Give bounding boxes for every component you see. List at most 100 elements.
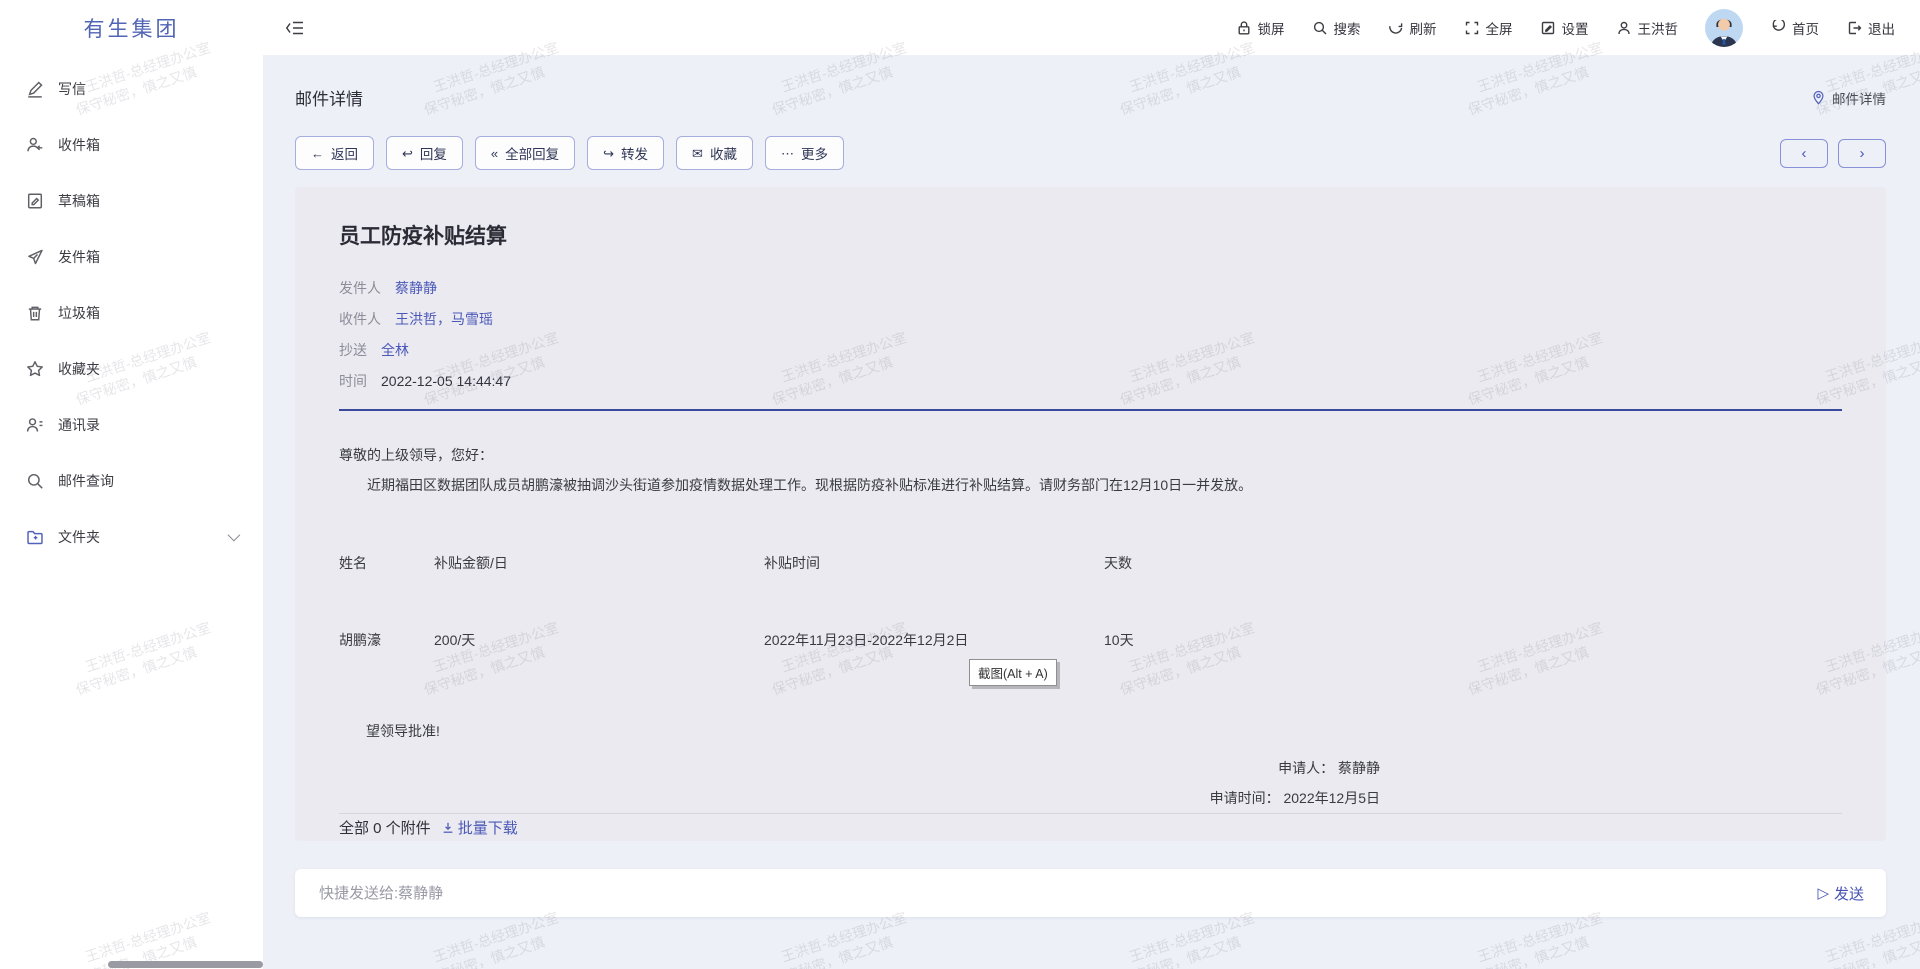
forward-button[interactable]: ↪转发: [587, 136, 664, 170]
next-mail-button[interactable]: ›: [1838, 139, 1886, 168]
sidebar-item-label: 通讯录: [58, 415, 100, 435]
refresh-button[interactable]: 刷新: [1388, 18, 1437, 38]
lock-screen-button[interactable]: 锁屏: [1236, 18, 1285, 38]
sidebar-item-inbox[interactable]: 收件箱: [0, 117, 263, 173]
chevron-right-icon: ›: [1860, 145, 1865, 162]
breadcrumb: 邮件详情: [1811, 88, 1886, 108]
mail-search-icon: [26, 472, 44, 490]
reply-button[interactable]: ↩回复: [386, 136, 463, 170]
sidebar-item-mail-search[interactable]: 邮件查询: [0, 453, 263, 509]
closing-text: 望领导批准!: [366, 721, 1842, 741]
sender-link[interactable]: 蔡静静: [395, 273, 437, 304]
mail-time-row: 时间 2022-12-05 14:44:47: [339, 366, 1842, 397]
attachments-summary: 全部 0 个附件: [339, 817, 431, 838]
download-icon: [441, 821, 455, 835]
lock-icon: [1236, 20, 1252, 36]
greeting-text: 尊敬的上级领导，您好：: [339, 445, 1842, 465]
mail-cc-row: 抄送 全林: [339, 335, 1842, 366]
send-button[interactable]: ▷ 发送: [1817, 883, 1864, 904]
app-root: 有生集团 写信 收件箱 草稿箱: [0, 0, 1920, 969]
sidebar-item-label: 垃圾箱: [58, 303, 100, 323]
sidebar-item-compose[interactable]: 写信: [0, 61, 263, 117]
signature-block: 申请人： 蔡静静 申请时间： 2022年12月5日: [339, 753, 1842, 813]
sidebar-item-label: 收件箱: [58, 135, 100, 155]
more-button[interactable]: ⋯更多: [765, 136, 844, 170]
reply-all-button[interactable]: «全部回复: [475, 136, 575, 170]
more-icon: ⋯: [781, 147, 794, 160]
chevron-down-icon[interactable]: [228, 528, 237, 546]
sidebar-item-label: 写信: [58, 79, 86, 99]
topbar-actions: 锁屏 搜索 刷新 全屏 设置 王洪哲: [1236, 9, 1920, 47]
back-button[interactable]: ←返回: [295, 136, 374, 170]
person-icon: [1616, 20, 1632, 36]
settings-button[interactable]: 设置: [1540, 18, 1589, 38]
sidebar-item-label: 草稿箱: [58, 191, 100, 211]
quick-send-input[interactable]: [317, 884, 1817, 903]
sidebar-item-folders[interactable]: 文件夹: [0, 509, 263, 565]
header-separator: [339, 409, 1842, 411]
sidebar-item-contacts[interactable]: 通讯录: [0, 397, 263, 453]
folder-icon: [26, 528, 44, 546]
favorite-button[interactable]: ✉收藏: [676, 136, 753, 170]
sidebar-item-label: 文件夹: [58, 527, 100, 547]
sent-icon: [26, 248, 44, 266]
cc-link[interactable]: 全林: [381, 335, 409, 366]
scrollbar-thumb[interactable]: [108, 961, 263, 968]
subsidy-table-header: 姓名 补贴金额/日 补贴时间 天数: [339, 553, 1842, 573]
sidebar-item-label: 发件箱: [58, 247, 100, 267]
user-avatar[interactable]: [1705, 9, 1743, 47]
batch-download-link[interactable]: 批量下载: [441, 817, 518, 838]
logout-button[interactable]: 退出: [1846, 18, 1895, 38]
sidebar-nav: 写信 收件箱 草稿箱 发件箱: [0, 55, 263, 565]
favorite-mail-icon: ✉: [692, 147, 703, 160]
sidebar-item-favorites[interactable]: 收藏夹: [0, 341, 263, 397]
brand-logo: 有生集团: [0, 0, 263, 55]
mail-detail-card: 员工防疫补贴结算 发件人 蔡静静 收件人 王洪哲，马雪瑶 抄送 全林 时间 20…: [295, 187, 1886, 841]
chevron-left-icon: ‹: [1802, 145, 1807, 162]
refresh-icon: [1388, 20, 1404, 36]
apply-time-line: 申请时间： 2022年12月5日: [339, 783, 1380, 813]
main-content: 邮件详情 邮件详情 ←返回 ↩回复 «全部回复 ↪转发 ✉收藏 ⋯更多 ‹ › …: [263, 55, 1920, 969]
mail-toolbar: ←返回 ↩回复 «全部回复 ↪转发 ✉收藏 ⋯更多 ‹ ›: [295, 136, 1886, 170]
reply-icon: ↩: [402, 147, 413, 160]
prev-mail-button[interactable]: ‹: [1780, 139, 1828, 168]
sidebar: 有生集团 写信 收件箱 草稿箱: [0, 0, 263, 969]
quick-send-bar: ▷ 发送: [295, 869, 1886, 917]
user-menu[interactable]: 王洪哲: [1616, 18, 1679, 38]
inbox-icon: [26, 136, 44, 154]
attachments-bar: 全部 0 个附件 批量下载: [339, 813, 1842, 841]
send-icon: ▷: [1817, 884, 1829, 902]
fullscreen-button[interactable]: 全屏: [1464, 18, 1513, 38]
recipients-link[interactable]: 王洪哲，马雪瑶: [395, 304, 493, 335]
mail-pager: ‹ ›: [1780, 139, 1886, 168]
mail-subject: 员工防疫补贴结算: [339, 223, 1842, 251]
trash-icon: [26, 304, 44, 322]
mail-from-row: 发件人 蔡静静: [339, 273, 1842, 304]
search-icon: [1312, 20, 1328, 36]
sidebar-item-label: 收藏夹: [58, 359, 100, 379]
mail-meta: 发件人 蔡静静 收件人 王洪哲，马雪瑶 抄送 全林 时间 2022-12-05 …: [339, 273, 1842, 397]
sidebar-item-trash[interactable]: 垃圾箱: [0, 285, 263, 341]
settings-icon: [1540, 20, 1556, 36]
search-button[interactable]: 搜索: [1312, 18, 1361, 38]
forward-icon: ↪: [603, 147, 614, 160]
contacts-icon: [26, 416, 44, 434]
collapse-sidebar-button[interactable]: [285, 19, 305, 37]
sidebar-item-sent[interactable]: 发件箱: [0, 229, 263, 285]
subsidy-table-row: 胡鹏濠 200/天 2022年11月23日-2022年12月2日 10天: [339, 630, 1842, 650]
back-arrow-icon: ←: [311, 147, 324, 160]
sidebar-item-label: 邮件查询: [58, 471, 114, 491]
compose-icon: [26, 80, 44, 98]
location-pin-icon: [1811, 90, 1826, 105]
sidebar-item-drafts[interactable]: 草稿箱: [0, 173, 263, 229]
screenshot-tooltip: 截图(Alt + A): [969, 659, 1057, 686]
mail-to-row: 收件人 王洪哲，马雪瑶: [339, 304, 1842, 335]
page-title: 邮件详情: [295, 85, 363, 110]
mail-body: 尊敬的上级领导，您好： 近期福田区数据团队成员胡鹏濠被抽调沙头街道参加疫情数据处…: [339, 419, 1842, 813]
drafts-icon: [26, 192, 44, 210]
topbar: 锁屏 搜索 刷新 全屏 设置 王洪哲: [263, 0, 1920, 55]
home-icon: [1770, 20, 1786, 36]
home-button[interactable]: 首页: [1770, 18, 1819, 38]
star-icon: [26, 360, 44, 378]
logout-icon: [1846, 20, 1862, 36]
